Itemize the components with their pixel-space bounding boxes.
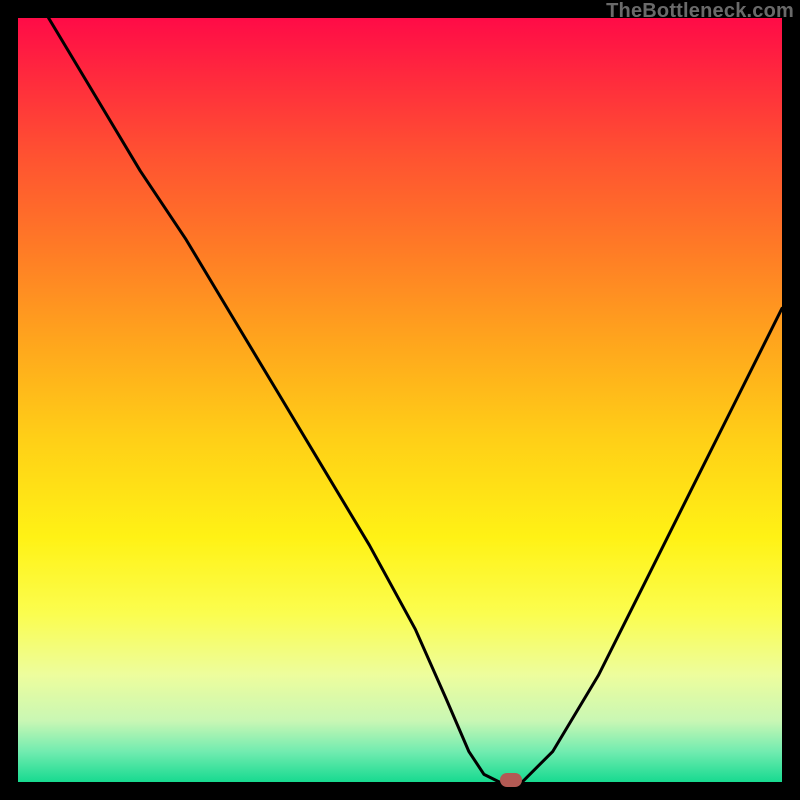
curve-svg (18, 18, 782, 782)
optimum-marker (500, 773, 522, 787)
plot-area (18, 18, 782, 782)
watermark: TheBottleneck.com (606, 0, 794, 23)
curve-path (49, 18, 782, 782)
chart-frame: TheBottleneck.com (0, 0, 800, 800)
